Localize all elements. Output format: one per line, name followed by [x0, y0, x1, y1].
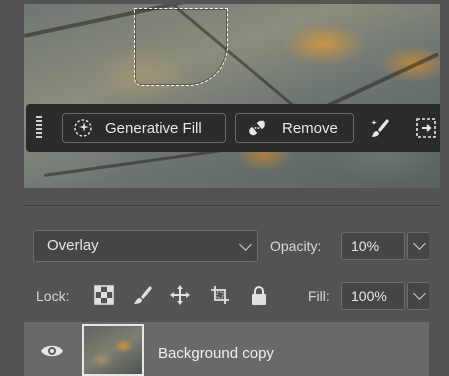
panel-scrollbar[interactable]	[429, 206, 440, 376]
chevron-down-icon	[413, 287, 426, 300]
chevron-down-icon	[239, 238, 252, 251]
generative-fill-label: Generative Fill	[105, 119, 202, 137]
chevron-down-icon	[413, 237, 426, 250]
layer-thumbnail[interactable]	[82, 324, 144, 376]
opacity-dropdown-button[interactable]	[407, 232, 431, 260]
opacity-label: Opacity:	[270, 238, 322, 254]
eye-icon[interactable]	[40, 343, 64, 359]
opacity-value: 10%	[351, 238, 380, 254]
sparkle-circle-icon	[74, 119, 92, 137]
remove-label: Remove	[282, 119, 338, 137]
fill-value: 100%	[351, 288, 387, 304]
blend-mode-value: Overlay	[47, 237, 99, 254]
checkerboard-icon[interactable]	[93, 284, 115, 306]
brush-icon[interactable]	[368, 116, 392, 140]
padlock-icon[interactable]	[248, 284, 270, 306]
marquee-selection[interactable]	[134, 8, 228, 86]
contextual-taskbar: Generative Fill Remove	[26, 104, 440, 152]
crop-icon[interactable]	[209, 284, 231, 306]
move-icon[interactable]	[169, 284, 191, 306]
transform-icon[interactable]	[414, 116, 438, 140]
remove-button[interactable]: Remove	[235, 113, 354, 143]
fill-input[interactable]: 100%	[341, 282, 405, 310]
brush-icon[interactable]	[131, 284, 153, 306]
lock-label: Lock:	[36, 288, 70, 304]
opacity-input[interactable]: 10%	[341, 232, 405, 260]
blend-mode-select[interactable]: Overlay	[33, 230, 258, 262]
generative-fill-button[interactable]: Generative Fill	[62, 113, 226, 143]
layer-name[interactable]: Background copy	[158, 345, 274, 362]
bandage-icon	[249, 120, 266, 136]
document-canvas[interactable]	[24, 4, 440, 188]
fill-dropdown-button[interactable]	[407, 282, 431, 310]
fill-label: Fill:	[308, 288, 330, 304]
drag-handle[interactable]	[36, 116, 42, 140]
